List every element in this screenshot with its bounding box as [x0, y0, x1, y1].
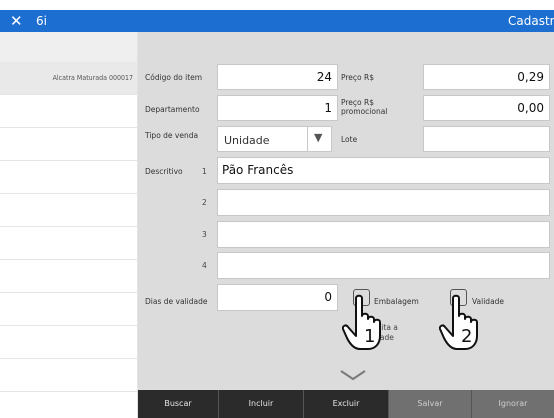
list-item[interactable] [0, 227, 137, 260]
dropdown-button[interactable]: ▼ [307, 127, 331, 151]
departamento-field[interactable]: 1 [217, 95, 338, 121]
tipo-venda-label: Tipo de venda [145, 131, 199, 140]
list-item[interactable] [0, 194, 137, 227]
codigo-field[interactable]: 24 [217, 64, 338, 90]
excluir-button[interactable]: Excluir [303, 390, 388, 418]
list-item-selected[interactable]: Alcatra Maturada 000017 [0, 62, 137, 95]
lote-label: Lote [341, 135, 358, 144]
preco-promo-value: 0,00 [517, 101, 544, 115]
hand-1-number: 1 [364, 326, 376, 347]
dias-validade-field[interactable]: 0 [217, 284, 338, 311]
list-item[interactable] [0, 128, 137, 161]
dias-validade-label: Dias de validade [145, 297, 208, 306]
descritivo-line-1-value: Pão Francês [222, 163, 294, 177]
action-toolbar: Buscar Incluir Excluir Salvar Ignorar [138, 390, 554, 418]
close-icon[interactable]: ✕ [10, 12, 23, 30]
list-item[interactable] [0, 359, 137, 392]
list-item[interactable] [0, 326, 137, 359]
dias-validade-value: 0 [324, 290, 332, 304]
codigo-label: Código do item [145, 73, 203, 82]
descritivo-line-number: 4 [202, 261, 207, 270]
preco-promo-label-1: Preço R$ [341, 98, 375, 107]
descritivo-line-number: 3 [202, 230, 207, 239]
list-item[interactable] [0, 161, 137, 194]
tipo-venda-select[interactable]: Unidade ▼ [217, 126, 332, 152]
list-item[interactable] [0, 293, 137, 326]
descritivo-line-number: 1 [202, 167, 207, 176]
chevron-down-icon: ▼ [314, 131, 323, 144]
descritivo-label: Descritivo [145, 167, 183, 176]
title-bar: ✕ 6i Cadastr [0, 10, 554, 32]
list-item[interactable] [0, 260, 137, 293]
descritivo-line-number: 2 [202, 198, 207, 207]
chevron-down-icon[interactable] [338, 368, 368, 382]
preco-promo-label-2: promocional [341, 107, 388, 116]
descritivo-line-1[interactable]: Pão Francês [217, 157, 550, 184]
list-item-label: Alcatra Maturada 000017 [52, 74, 133, 82]
tipo-venda-value: Unidade [224, 134, 270, 147]
hand-2-number: 2 [461, 326, 473, 347]
incluir-button[interactable]: Incluir [218, 390, 303, 418]
buscar-button[interactable]: Buscar [138, 390, 218, 418]
codigo-value: 24 [316, 70, 332, 84]
descritivo-line-4[interactable] [217, 252, 550, 279]
form-panel: Código do item 24 Preço R$ 0,29 Departam… [138, 32, 554, 418]
departamento-label: Departamento [145, 105, 200, 114]
salvar-button[interactable]: Salvar [388, 390, 471, 418]
lote-field[interactable] [423, 126, 550, 152]
preco-field[interactable]: 0,29 [423, 64, 550, 90]
window-title: Cadastr [508, 14, 554, 28]
list-header [0, 32, 137, 62]
app-number: 6i [36, 14, 47, 28]
list-item[interactable] [0, 95, 137, 128]
descritivo-line-3[interactable] [217, 221, 550, 248]
item-list: Alcatra Maturada 000017 [0, 32, 138, 418]
preco-label: Preço R$ [341, 73, 375, 82]
preco-promo-field[interactable]: 0,00 [423, 95, 550, 121]
ignorar-button[interactable]: Ignorar [471, 390, 554, 418]
departamento-value: 1 [324, 101, 332, 115]
preco-value: 0,29 [517, 70, 544, 84]
descritivo-line-2[interactable] [217, 189, 550, 216]
